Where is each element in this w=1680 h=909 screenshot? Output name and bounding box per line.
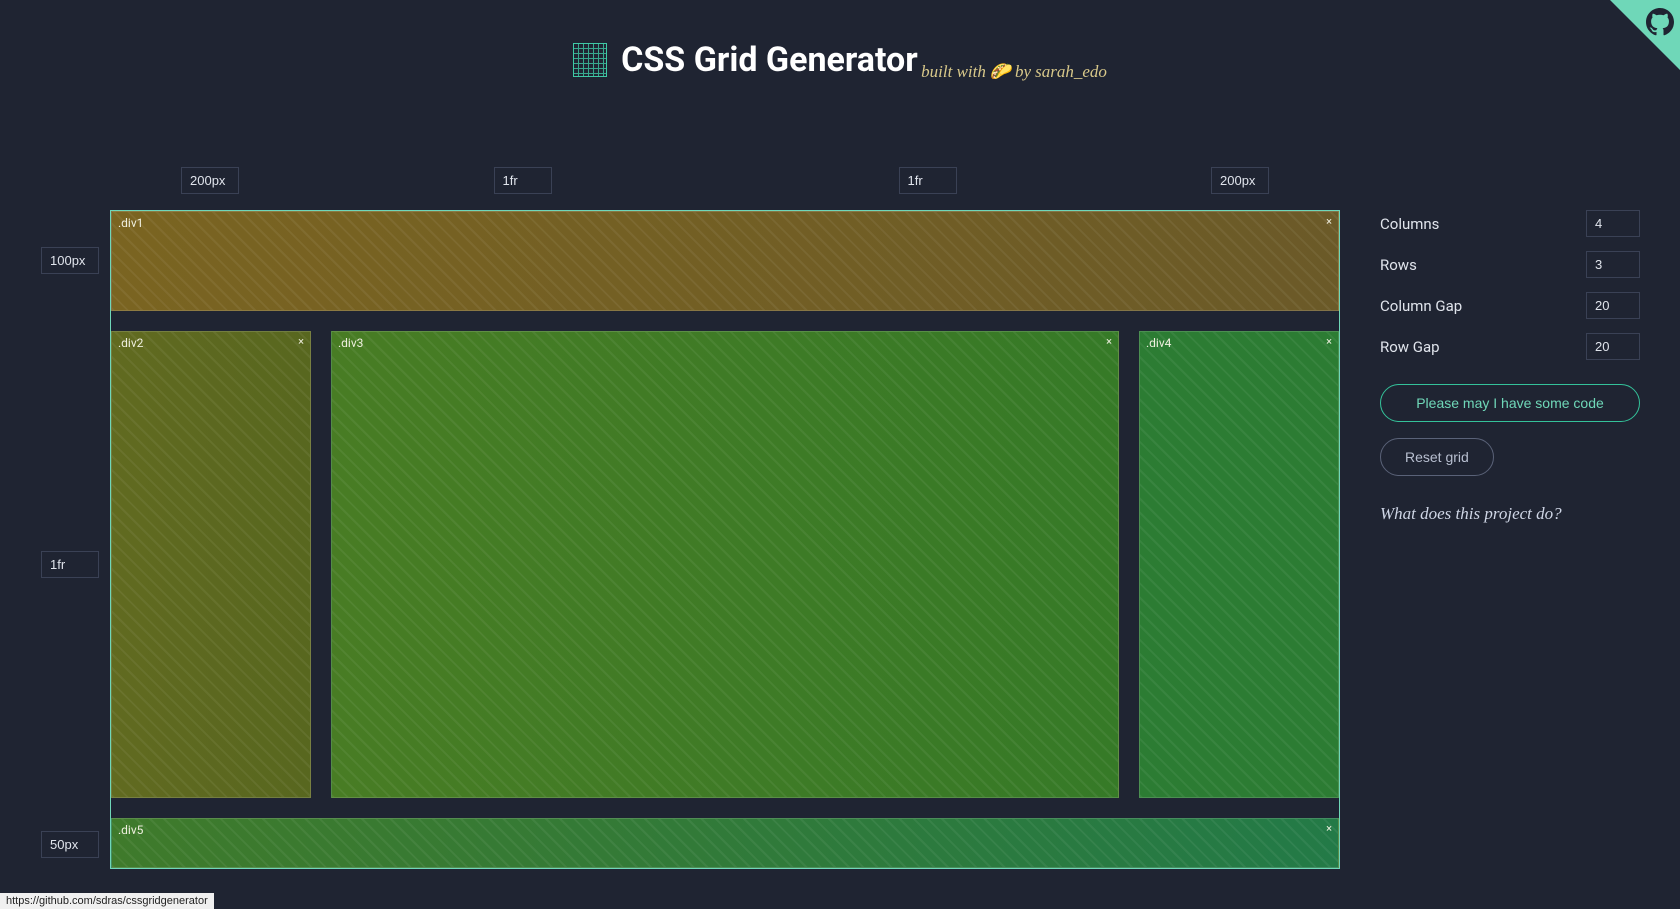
close-icon[interactable]: × [1326, 822, 1332, 835]
placed-div-label: .div5 [118, 823, 143, 837]
title-text: CSS Grid Generator [621, 40, 918, 80]
col-size-input-1[interactable] [181, 167, 239, 194]
github-corner-link[interactable] [1610, 0, 1680, 70]
row-size-input-1[interactable] [41, 247, 99, 274]
placed-div4[interactable]: .div4 × [1139, 331, 1339, 798]
placed-div-label: .div1 [118, 216, 143, 230]
column-gap-label: Column Gap [1380, 297, 1462, 315]
placed-div3[interactable]: .div3 × [331, 331, 1119, 798]
placed-div2[interactable]: .div2 × [111, 331, 311, 798]
col-size-input-4[interactable] [1211, 167, 1269, 194]
close-icon[interactable]: × [1106, 335, 1112, 348]
row-size-input-2[interactable] [41, 551, 99, 578]
columns-label: Columns [1380, 215, 1439, 233]
placed-div1[interactable]: .div1 × [111, 211, 1339, 311]
byline: built with 🌮 by sarah_edo [921, 62, 1107, 82]
page-header: CSS Grid Generator built with 🌮 by sarah… [0, 0, 1680, 92]
col-size-input-3[interactable] [899, 167, 957, 194]
column-gap-input[interactable] [1586, 292, 1640, 319]
browser-status-url: https://github.com/sdras/cssgridgenerato… [0, 893, 214, 909]
placed-div5[interactable]: .div5 × [111, 818, 1339, 868]
col-size-input-2[interactable] [494, 167, 552, 194]
columns-input[interactable] [1586, 210, 1640, 237]
rows-label: Rows [1380, 256, 1417, 274]
taco-icon: 🌮 [990, 62, 1011, 82]
row-size-inputs [40, 210, 100, 869]
controls-panel: Columns Rows Column Gap Row Gap Please m… [1380, 160, 1640, 869]
grid-logo-icon [573, 43, 607, 77]
close-icon[interactable]: × [1326, 215, 1332, 228]
column-size-inputs [110, 160, 1340, 200]
reset-grid-button[interactable]: Reset grid [1380, 438, 1494, 476]
close-icon[interactable]: × [1326, 335, 1332, 348]
placed-div-label: .div4 [1146, 336, 1171, 350]
grid-zone: .div1 × .div2 × .div3 × .div4 × .div5 × [40, 160, 1340, 869]
rows-input[interactable] [1586, 251, 1640, 278]
generate-code-button[interactable]: Please may I have some code [1380, 384, 1640, 422]
github-cat-icon [1646, 8, 1674, 36]
grid-surface[interactable]: .div1 × .div2 × .div3 × .div4 × .div5 × [110, 210, 1340, 869]
row-gap-input[interactable] [1586, 333, 1640, 360]
author-link[interactable]: sarah_edo [1035, 62, 1107, 82]
page-title: CSS Grid Generator [573, 40, 918, 80]
row-size-input-3[interactable] [41, 831, 99, 858]
placed-div-label: .div2 [118, 336, 143, 350]
project-info-link[interactable]: What does this project do? [1380, 504, 1640, 524]
row-gap-label: Row Gap [1380, 338, 1440, 356]
close-icon[interactable]: × [298, 335, 304, 348]
placed-div-label: .div3 [338, 336, 363, 350]
